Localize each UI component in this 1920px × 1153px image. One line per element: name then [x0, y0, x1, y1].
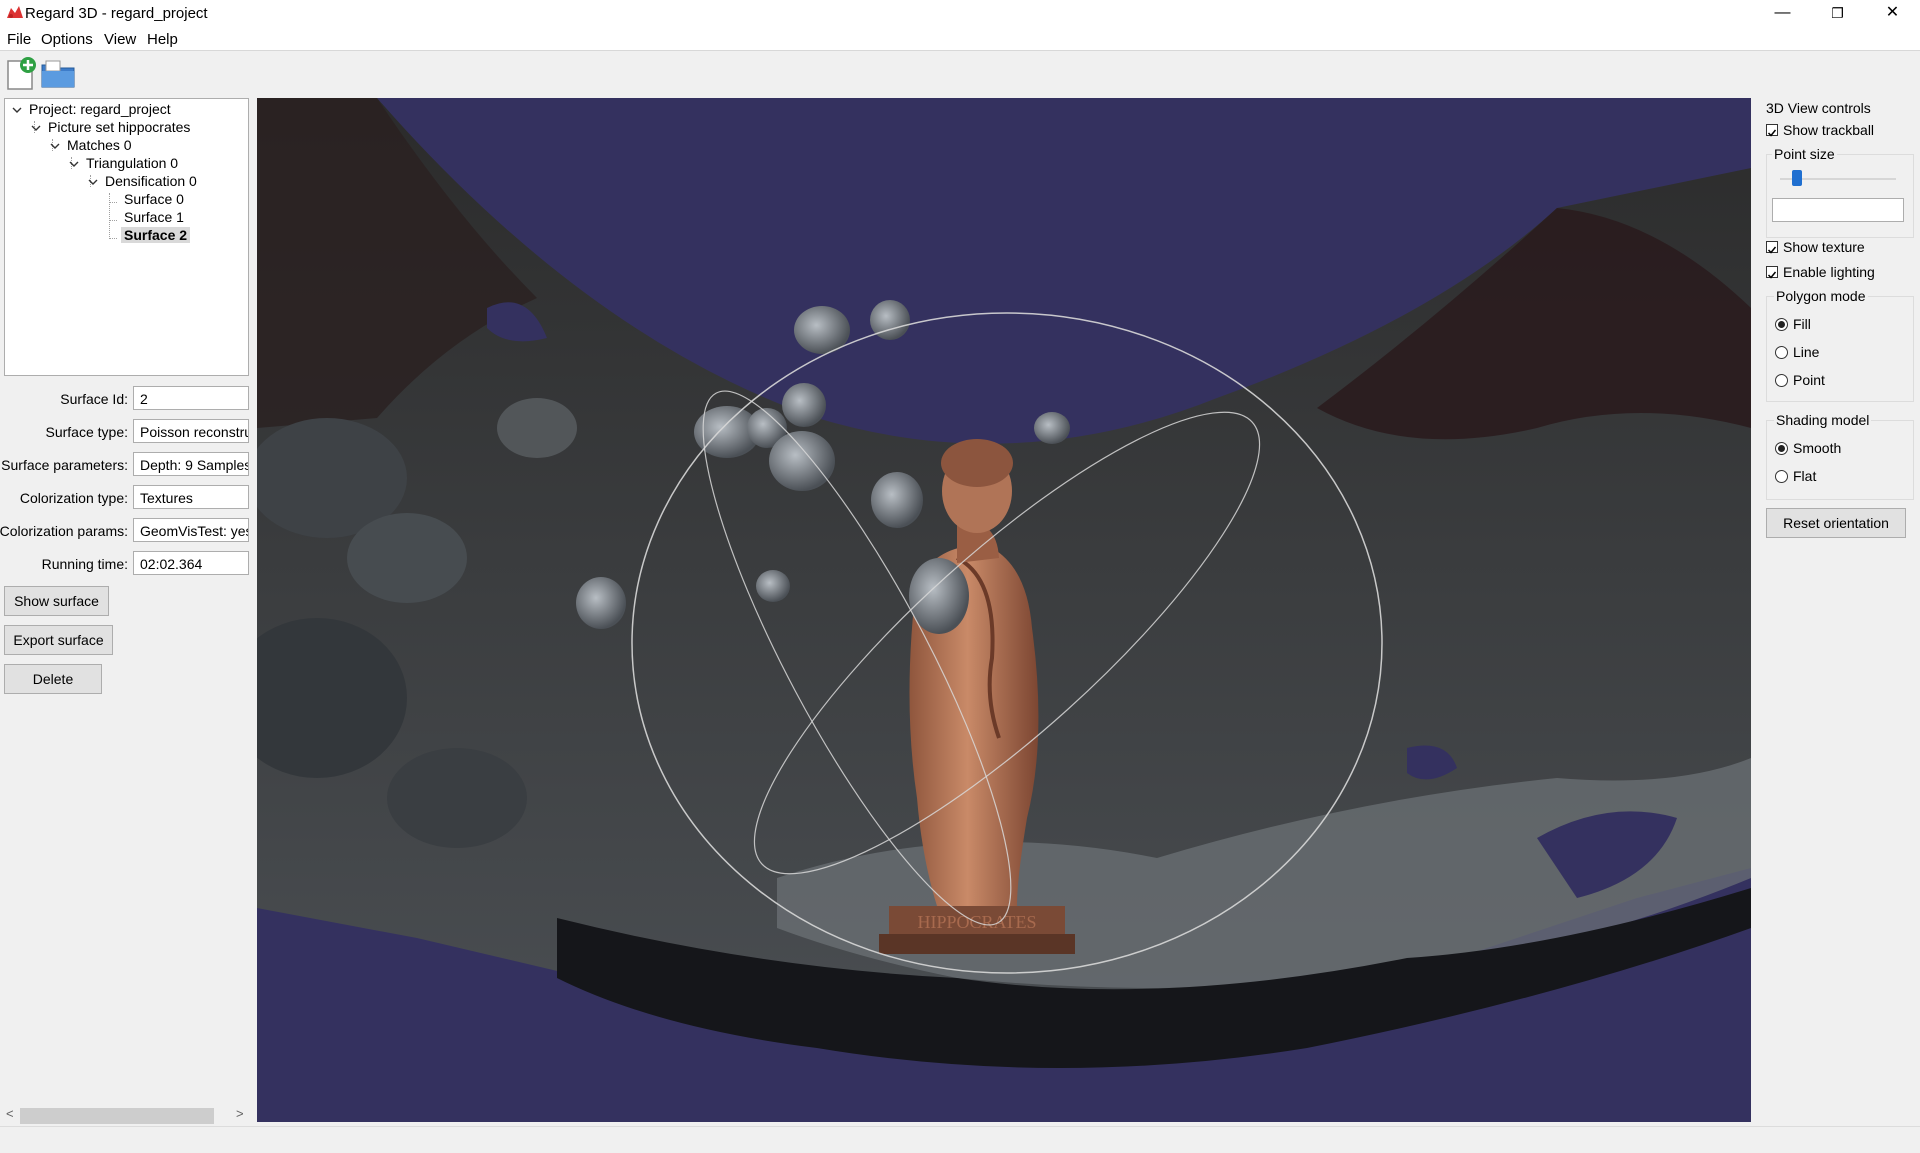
- horizontal-scrollbar[interactable]: < >: [0, 1104, 252, 1126]
- minimize-button[interactable]: —: [1755, 0, 1810, 28]
- point-size-label: Point size: [1772, 146, 1837, 162]
- scrollbar-thumb[interactable]: [20, 1108, 214, 1124]
- open-project-icon[interactable]: [40, 55, 76, 91]
- polygon-mode-fill-radio[interactable]: [1775, 318, 1788, 331]
- regard3d-app-icon: [7, 6, 23, 18]
- point-size-input[interactable]: [1772, 198, 1904, 222]
- restore-button[interactable]: ❐: [1810, 0, 1865, 28]
- view-controls-panel: 3D View controls Show trackball Point si…: [1758, 98, 1920, 1122]
- surface-parameters-field[interactable]: Depth: 9 Samples: [133, 452, 249, 476]
- 3d-viewport[interactable]: HIPPOCRATES: [257, 98, 1751, 1122]
- polygon-mode-point-label: Point: [1793, 372, 1825, 388]
- surface-type-field[interactable]: Poisson reconstruction: [133, 419, 249, 443]
- close-button[interactable]: ✕: [1865, 0, 1920, 28]
- running-time-label: Running time:: [41, 556, 128, 572]
- scroll-left-icon[interactable]: <: [6, 1106, 14, 1121]
- shading-model-group: [1766, 420, 1914, 500]
- chevron-down-icon[interactable]: [48, 139, 62, 153]
- delete-button[interactable]: Delete: [4, 664, 102, 694]
- toolbar: [0, 51, 1920, 97]
- polygon-mode-title: Polygon mode: [1774, 288, 1868, 304]
- polygon-mode-line-radio[interactable]: [1775, 346, 1788, 359]
- surface-parameters-label: Surface parameters:: [1, 457, 128, 473]
- show-trackball-checkbox[interactable]: [1766, 124, 1778, 137]
- polygon-mode-group: [1766, 296, 1914, 402]
- window-title: Regard 3D - regard_project: [25, 5, 208, 22]
- shading-flat-radio[interactable]: [1775, 470, 1788, 483]
- checkmark-icon: [1767, 246, 1777, 254]
- chevron-down-icon[interactable]: [10, 103, 24, 117]
- menu-view[interactable]: View: [104, 31, 136, 48]
- new-project-icon[interactable]: [4, 55, 40, 91]
- tree-node-densification[interactable]: Densification 0: [105, 173, 197, 189]
- checkmark-icon: [1767, 129, 1777, 137]
- show-trackball-label: Show trackball: [1783, 122, 1875, 138]
- colorization-type-label: Colorization type:: [19, 490, 128, 506]
- title-bar: Regard 3D - regard_project — ❐ ✕: [0, 0, 1920, 28]
- tree-node-triangulation[interactable]: Triangulation 0: [86, 155, 178, 171]
- chevron-down-icon[interactable]: [67, 157, 81, 171]
- checkmark-icon: [1767, 271, 1777, 279]
- menu-file[interactable]: File: [7, 31, 31, 48]
- project-tree[interactable]: Project: regard_project Picture set hipp…: [4, 98, 249, 376]
- surface-id-field[interactable]: 2: [133, 386, 249, 410]
- colorization-type-field[interactable]: Textures: [133, 485, 249, 509]
- shading-smooth-radio[interactable]: [1775, 442, 1788, 455]
- colorization-params-label: Colorization params:: [0, 523, 128, 539]
- tree-node-project[interactable]: Project: regard_project: [29, 101, 171, 117]
- status-bar: [0, 1126, 1920, 1153]
- shading-flat-label: Flat: [1793, 468, 1817, 484]
- scroll-right-icon[interactable]: >: [236, 1106, 244, 1121]
- menu-bar: File Options View Help: [0, 28, 1920, 51]
- show-texture-checkbox[interactable]: [1766, 241, 1778, 254]
- colorization-params-field[interactable]: GeomVisTest: yes: [133, 518, 249, 542]
- point-size-slider-handle[interactable]: [1792, 170, 1802, 186]
- scene-render: HIPPOCRATES: [257, 98, 1751, 1068]
- chevron-down-icon[interactable]: [86, 175, 100, 189]
- surface-id-label: Surface Id:: [60, 391, 128, 407]
- enable-lighting-label: Enable lighting: [1783, 264, 1875, 280]
- show-surface-button[interactable]: Show surface: [4, 586, 109, 616]
- surface-type-label: Surface type:: [45, 424, 129, 440]
- reset-orientation-button[interactable]: Reset orientation: [1766, 508, 1906, 538]
- polygon-mode-line-label: Line: [1793, 344, 1820, 360]
- polygon-mode-point-radio[interactable]: [1775, 374, 1788, 387]
- menu-options[interactable]: Options: [41, 31, 93, 48]
- running-time-field[interactable]: 02:02.364: [133, 551, 249, 575]
- view-controls-title: 3D View controls: [1766, 100, 1871, 116]
- export-surface-button[interactable]: Export surface: [4, 625, 113, 655]
- tree-node-surface-0[interactable]: Surface 0: [124, 191, 184, 207]
- polygon-mode-fill-label: Fill: [1793, 316, 1811, 332]
- tree-node-picture-set[interactable]: Picture set hippocrates: [48, 119, 190, 135]
- shading-model-title: Shading model: [1774, 412, 1872, 428]
- chevron-down-icon[interactable]: [29, 121, 43, 135]
- menu-help[interactable]: Help: [147, 31, 178, 48]
- tree-node-surface-2[interactable]: Surface 2: [121, 227, 191, 243]
- tree-node-matches[interactable]: Matches 0: [67, 137, 132, 153]
- shading-smooth-label: Smooth: [1793, 440, 1842, 456]
- enable-lighting-checkbox[interactable]: [1766, 266, 1778, 279]
- tree-node-surface-1[interactable]: Surface 1: [124, 209, 184, 225]
- show-texture-label: Show texture: [1783, 239, 1865, 255]
- point-size-group: [1766, 154, 1914, 238]
